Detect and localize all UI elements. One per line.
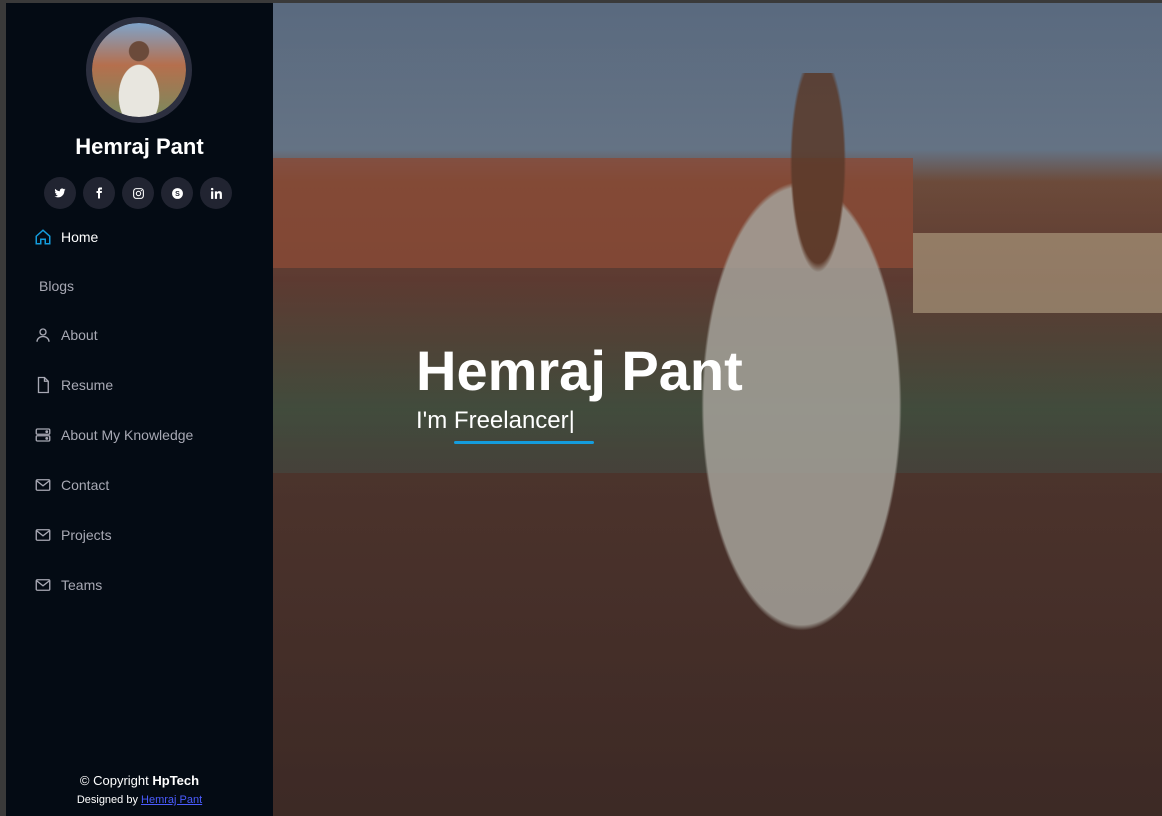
nav-resume[interactable]: Resume — [33, 370, 263, 400]
person-icon — [33, 325, 53, 345]
envelope-icon — [33, 575, 53, 595]
hero-title: Hemraj Pant — [416, 339, 743, 402]
nav-teams[interactable]: Teams — [33, 570, 263, 600]
copyright: © Copyright HpTech — [6, 773, 273, 788]
credits: Designed by Hemraj Pant — [6, 794, 273, 806]
instagram-icon[interactable] — [122, 177, 154, 209]
file-icon — [33, 375, 53, 395]
svg-text:S: S — [175, 190, 180, 197]
hero-background-person — [653, 73, 983, 813]
designer-link[interactable]: Hemraj Pant — [141, 794, 202, 806]
profile-name[interactable]: Hemraj Pant — [6, 134, 273, 160]
server-icon — [33, 425, 53, 445]
nav-home[interactable]: Home — [33, 222, 263, 252]
sidebar-footer: © Copyright HpTech Designed by Hemraj Pa… — [6, 773, 273, 806]
nav-about-my-knowledge-label: About My Knowledge — [61, 427, 194, 443]
envelope-icon — [33, 475, 53, 495]
social-links: S — [44, 177, 232, 209]
nav-projects-label: Projects — [61, 527, 112, 543]
nav-blogs-label: Blogs — [39, 278, 75, 294]
copyright-prefix: © Copyright — [79, 773, 149, 788]
typed-underline — [454, 441, 594, 444]
copyright-brand: HpTech — [152, 773, 200, 788]
nav-blogs[interactable]: Blogs — [33, 271, 263, 301]
envelope-icon — [33, 525, 53, 545]
linkedin-icon[interactable] — [200, 177, 232, 209]
nav-resume-label: Resume — [61, 377, 114, 393]
skype-icon[interactable]: S — [161, 177, 193, 209]
nav-projects[interactable]: Projects — [33, 520, 263, 550]
profile-photo — [92, 23, 186, 117]
avatar — [86, 17, 192, 123]
twitter-icon[interactable] — [44, 177, 76, 209]
nav-home-label: Home — [61, 229, 99, 245]
nav-contact[interactable]: Contact — [33, 470, 263, 500]
nav-about[interactable]: About — [33, 320, 263, 350]
designed-by-label: Designed by — [76, 794, 138, 806]
nav-teams-label: Teams — [61, 577, 103, 593]
nav-about-my-knowledge[interactable]: About My Knowledge — [33, 420, 263, 450]
home-icon — [33, 227, 53, 247]
hero-section: Hemraj Pant I'm Freelancer| — [273, 3, 1162, 816]
sidebar: Hemraj Pant S Home Blogs About Resume Ab… — [6, 3, 273, 816]
facebook-icon[interactable] — [83, 177, 115, 209]
nav-about-label: About — [61, 327, 98, 343]
hero-subtitle: I'm Freelancer| — [416, 407, 575, 434]
nav-contact-label: Contact — [61, 477, 110, 493]
